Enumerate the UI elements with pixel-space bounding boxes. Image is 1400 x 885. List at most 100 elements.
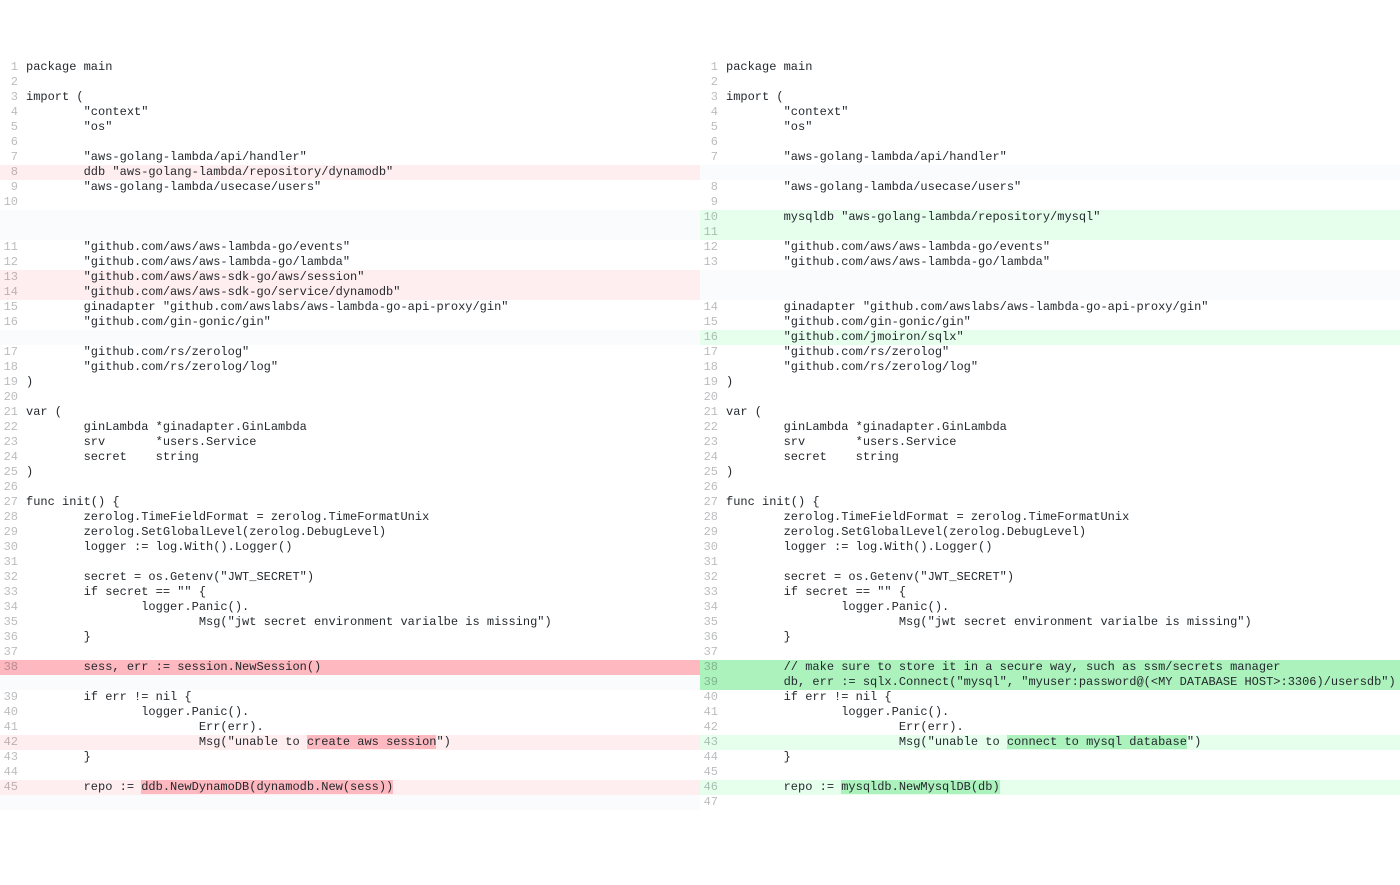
diff-row[interactable]: 32 secret = os.Getenv("JWT_SECRET") — [0, 570, 700, 585]
diff-row[interactable]: 15 ginadapter "github.com/awslabs/aws-la… — [0, 300, 700, 315]
diff-row[interactable] — [0, 210, 700, 225]
diff-row[interactable]: 33 if secret == "" { — [0, 585, 700, 600]
diff-row[interactable]: 41 Err(err). — [0, 720, 700, 735]
diff-row[interactable]: 17 "github.com/rs/zerolog" — [700, 345, 1400, 360]
diff-row[interactable]: 34 logger.Panic(). — [0, 600, 700, 615]
diff-row[interactable]: 36 } — [700, 630, 1400, 645]
diff-row[interactable]: 12 "github.com/aws/aws-lambda-go/lambda" — [0, 255, 700, 270]
diff-row[interactable]: 13 "github.com/aws/aws-lambda-go/lambda" — [700, 255, 1400, 270]
diff-row[interactable]: 45 repo := ddb.NewDynamoDB(dynamodb.New(… — [0, 780, 700, 795]
diff-row[interactable]: 26 — [700, 480, 1400, 495]
diff-row[interactable]: 30 logger := log.With().Logger() — [0, 540, 700, 555]
diff-row[interactable]: 42 Err(err). — [700, 720, 1400, 735]
diff-row[interactable] — [700, 285, 1400, 300]
diff-row[interactable]: 26 — [0, 480, 700, 495]
diff-row[interactable]: 20 — [700, 390, 1400, 405]
diff-row[interactable]: 2 — [0, 75, 700, 90]
diff-row[interactable]: 43 } — [0, 750, 700, 765]
diff-row[interactable]: 45 — [700, 765, 1400, 780]
diff-row[interactable]: 9 "aws-golang-lambda/usecase/users" — [0, 180, 700, 195]
diff-row[interactable]: 37 — [0, 645, 700, 660]
diff-row[interactable]: 31 — [700, 555, 1400, 570]
diff-row[interactable]: 21var ( — [700, 405, 1400, 420]
diff-row[interactable]: 1package main — [700, 60, 1400, 75]
diff-row[interactable]: 31 — [0, 555, 700, 570]
diff-row[interactable]: 44 — [0, 765, 700, 780]
diff-row[interactable]: 40 if err != nil { — [700, 690, 1400, 705]
diff-row[interactable]: 15 "github.com/gin-gonic/gin" — [700, 315, 1400, 330]
diff-row[interactable]: 28 zerolog.TimeFieldFormat = zerolog.Tim… — [700, 510, 1400, 525]
diff-row[interactable]: 7 "aws-golang-lambda/api/handler" — [700, 150, 1400, 165]
diff-row[interactable]: 37 — [700, 645, 1400, 660]
diff-row[interactable]: 17 "github.com/rs/zerolog" — [0, 345, 700, 360]
diff-row[interactable]: 4 "context" — [0, 105, 700, 120]
diff-row[interactable]: 27func init() { — [0, 495, 700, 510]
diff-pane-right[interactable]: 1package main23import (4 "context"5 "os"… — [700, 60, 1400, 810]
diff-row[interactable]: 25) — [700, 465, 1400, 480]
diff-row[interactable]: 16 "github.com/jmoiron/sqlx" — [700, 330, 1400, 345]
diff-row[interactable]: 25) — [0, 465, 700, 480]
diff-row[interactable]: 6 — [0, 135, 700, 150]
diff-row[interactable] — [0, 225, 700, 240]
diff-row[interactable] — [700, 270, 1400, 285]
diff-row[interactable]: 34 logger.Panic(). — [700, 600, 1400, 615]
diff-row[interactable]: 9 — [700, 195, 1400, 210]
diff-row[interactable]: 18 "github.com/rs/zerolog/log" — [0, 360, 700, 375]
diff-row[interactable]: 12 "github.com/aws/aws-lambda-go/events" — [700, 240, 1400, 255]
diff-row[interactable]: 35 Msg("jwt secret environment varialbe … — [0, 615, 700, 630]
diff-row[interactable]: 7 "aws-golang-lambda/api/handler" — [0, 150, 700, 165]
diff-row[interactable]: 38 // make sure to store it in a secure … — [700, 660, 1400, 675]
diff-row[interactable]: 5 "os" — [700, 120, 1400, 135]
diff-row[interactable]: 29 zerolog.SetGlobalLevel(zerolog.DebugL… — [0, 525, 700, 540]
diff-row[interactable]: 14 ginadapter "github.com/awslabs/aws-la… — [700, 300, 1400, 315]
diff-row[interactable]: 8 "aws-golang-lambda/usecase/users" — [700, 180, 1400, 195]
diff-row[interactable]: 10 mysqldb "aws-golang-lambda/repository… — [700, 210, 1400, 225]
diff-row[interactable]: 24 secret string — [700, 450, 1400, 465]
diff-row[interactable]: 27func init() { — [700, 495, 1400, 510]
diff-row[interactable]: 22 ginLambda *ginadapter.GinLambda — [700, 420, 1400, 435]
diff-row[interactable]: 19) — [0, 375, 700, 390]
diff-row[interactable]: 4 "context" — [700, 105, 1400, 120]
diff-row[interactable]: 2 — [700, 75, 1400, 90]
diff-row[interactable]: 33 if secret == "" { — [700, 585, 1400, 600]
diff-row[interactable]: 42 Msg("unable to create aws session") — [0, 735, 700, 750]
diff-row[interactable]: 35 Msg("jwt secret environment varialbe … — [700, 615, 1400, 630]
diff-row[interactable]: 3import ( — [0, 90, 700, 105]
diff-row[interactable]: 47 — [700, 795, 1400, 810]
diff-row[interactable]: 21var ( — [0, 405, 700, 420]
diff-row[interactable]: 14 "github.com/aws/aws-sdk-go/service/dy… — [0, 285, 700, 300]
diff-row[interactable]: 44 } — [700, 750, 1400, 765]
diff-row[interactable]: 22 ginLambda *ginadapter.GinLambda — [0, 420, 700, 435]
diff-row[interactable]: 5 "os" — [0, 120, 700, 135]
diff-row[interactable]: 28 zerolog.TimeFieldFormat = zerolog.Tim… — [0, 510, 700, 525]
diff-row[interactable]: 18 "github.com/rs/zerolog/log" — [700, 360, 1400, 375]
diff-row[interactable]: 23 srv *users.Service — [0, 435, 700, 450]
diff-row[interactable] — [0, 795, 700, 810]
diff-row[interactable]: 46 repo := mysqldb.NewMysqlDB(db) — [700, 780, 1400, 795]
diff-row[interactable]: 39 if err != nil { — [0, 690, 700, 705]
diff-row[interactable]: 6 — [700, 135, 1400, 150]
diff-row[interactable]: 24 secret string — [0, 450, 700, 465]
diff-row[interactable]: 36 } — [0, 630, 700, 645]
diff-row[interactable]: 13 "github.com/aws/aws-sdk-go/aws/sessio… — [0, 270, 700, 285]
diff-row[interactable]: 32 secret = os.Getenv("JWT_SECRET") — [700, 570, 1400, 585]
diff-row[interactable]: 8 ddb "aws-golang-lambda/repository/dyna… — [0, 165, 700, 180]
diff-row[interactable]: 16 "github.com/gin-gonic/gin" — [0, 315, 700, 330]
diff-row[interactable]: 38 sess, err := session.NewSession() — [0, 660, 700, 675]
diff-row[interactable] — [700, 165, 1400, 180]
diff-row[interactable] — [0, 675, 700, 690]
diff-pane-left[interactable]: 1package main23import (4 "context"5 "os"… — [0, 60, 700, 810]
diff-row[interactable]: 23 srv *users.Service — [700, 435, 1400, 450]
diff-row[interactable]: 1package main — [0, 60, 700, 75]
diff-row[interactable]: 40 logger.Panic(). — [0, 705, 700, 720]
diff-row[interactable] — [0, 330, 700, 345]
diff-row[interactable]: 19) — [700, 375, 1400, 390]
diff-row[interactable]: 41 logger.Panic(). — [700, 705, 1400, 720]
diff-row[interactable]: 11 — [700, 225, 1400, 240]
diff-row[interactable]: 10 — [0, 195, 700, 210]
diff-row[interactable]: 11 "github.com/aws/aws-lambda-go/events" — [0, 240, 700, 255]
diff-row[interactable]: 29 zerolog.SetGlobalLevel(zerolog.DebugL… — [700, 525, 1400, 540]
diff-row[interactable]: 30 logger := log.With().Logger() — [700, 540, 1400, 555]
diff-row[interactable]: 43 Msg("unable to connect to mysql datab… — [700, 735, 1400, 750]
diff-row[interactable]: 20 — [0, 390, 700, 405]
